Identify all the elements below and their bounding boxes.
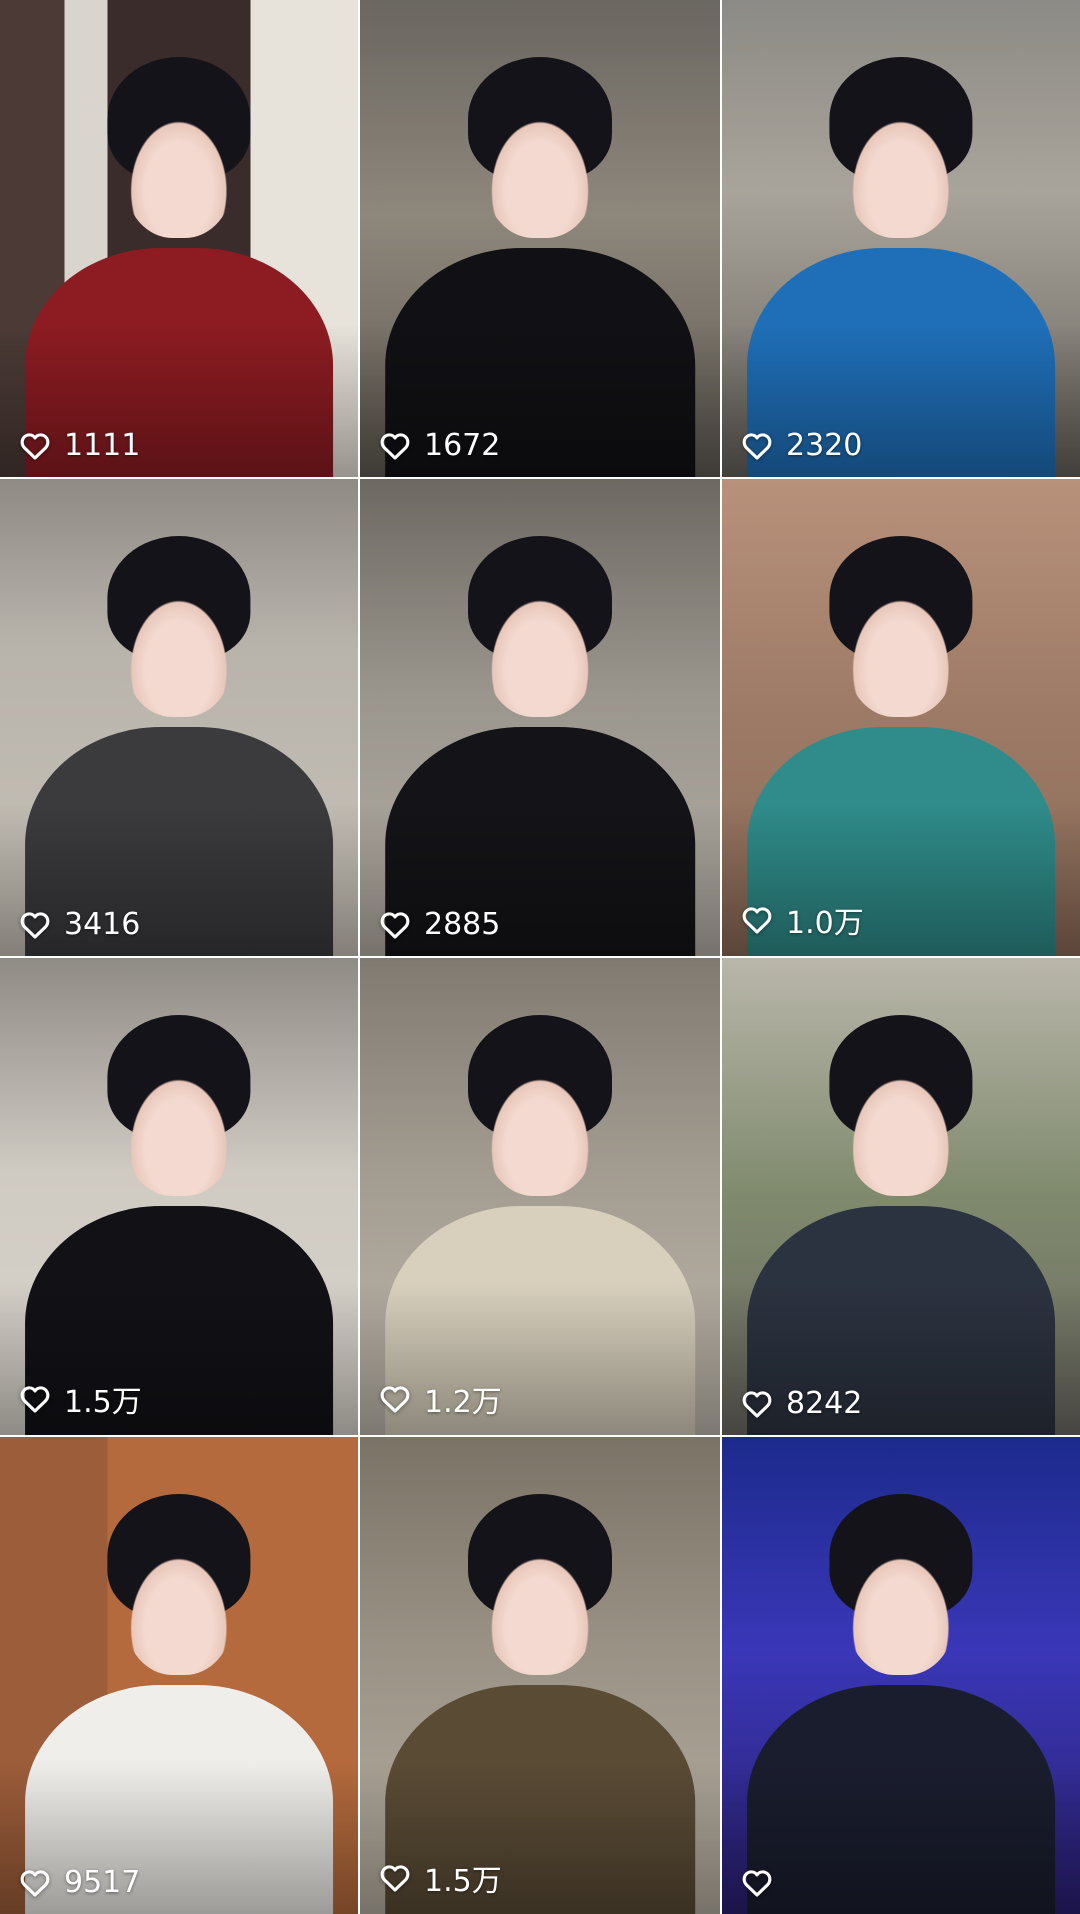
like-count-label: 1.0万	[786, 906, 864, 941]
heart-icon	[20, 1386, 50, 1413]
like-count-label: 1.5万	[424, 1864, 502, 1899]
like-count: 1.2万	[378, 1377, 502, 1421]
heart-icon	[380, 1865, 410, 1892]
heart-icon	[20, 1869, 50, 1897]
like-count-label: 1.2万	[424, 1385, 502, 1420]
like-count-label: 1111	[64, 428, 141, 463]
heart-icon	[380, 1386, 410, 1413]
like-count-label: 1.5万	[64, 1385, 142, 1420]
heart-icon	[380, 911, 410, 939]
like-count: 8242	[740, 1386, 862, 1421]
video-tile[interactable]: 9517	[0, 1437, 358, 1914]
video-tile[interactable]: 1.5万	[0, 958, 358, 1435]
video-tile[interactable]: 3416	[0, 479, 358, 956]
like-count: 1.5万	[18, 1377, 142, 1421]
heart-icon	[742, 1390, 772, 1418]
heart-icon	[20, 432, 50, 460]
like-count: 1.5万	[378, 1856, 502, 1900]
video-tile[interactable]: 1.0万	[722, 479, 1080, 956]
like-count: 1672	[378, 428, 500, 463]
like-count: 2320	[740, 428, 862, 463]
video-tile[interactable]: 1672	[360, 0, 720, 477]
heart-icon	[742, 907, 772, 934]
video-tile[interactable]	[722, 1437, 1080, 1914]
heart-icon	[380, 432, 410, 460]
like-count-label: 8242	[786, 1386, 863, 1421]
video-tile[interactable]: 1.2万	[360, 958, 720, 1435]
video-tile[interactable]: 1111	[0, 0, 358, 477]
video-grid: 1111 1672 2320 3416 2885 1.0万 1.5万 1.2万 …	[0, 0, 1080, 1914]
heart-icon	[742, 1870, 772, 1897]
like-count: 2885	[378, 907, 500, 942]
video-tile[interactable]: 1.5万	[360, 1437, 720, 1914]
video-tile[interactable]: 2320	[722, 0, 1080, 477]
like-count-label: 1672	[424, 428, 501, 463]
like-count: 1.0万	[740, 898, 864, 942]
like-count: 1111	[18, 428, 140, 463]
heart-icon	[742, 432, 772, 460]
video-tile[interactable]: 2885	[360, 479, 720, 956]
like-count-label: 2320	[786, 428, 863, 463]
heart-icon	[20, 911, 50, 939]
like-count	[740, 1866, 786, 1900]
like-count-label: 2885	[424, 907, 501, 942]
like-count-label: 9517	[64, 1865, 141, 1900]
video-tile[interactable]: 8242	[722, 958, 1080, 1435]
like-count: 3416	[18, 907, 140, 942]
like-count: 9517	[18, 1865, 140, 1900]
like-count-label: 3416	[64, 907, 141, 942]
